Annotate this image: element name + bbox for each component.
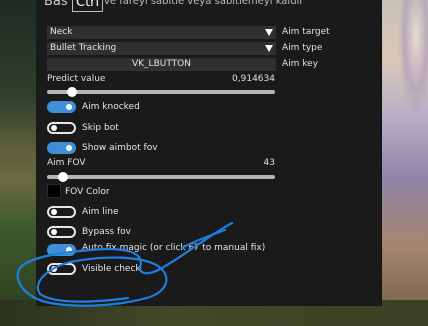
toggle-knob: [51, 125, 57, 131]
skip-bot-toggle[interactable]: [47, 122, 76, 134]
dropdown-arrow-icon: [265, 45, 273, 52]
bypass-fov-label: Bypass fov: [82, 227, 131, 237]
toggle-knob: [51, 266, 57, 272]
predict-value-label: Predict value: [47, 74, 106, 84]
aim-target-label: Aim target: [282, 27, 330, 37]
aim-fov-readout: 43: [263, 158, 275, 168]
aim-knocked-label: Aim knocked: [82, 102, 140, 112]
auto-fix-magic-label: Auto fix magic (or click F7 to manual fi…: [82, 243, 266, 253]
dropdown-arrow-icon: [265, 29, 273, 36]
visible-check-toggle[interactable]: [47, 263, 76, 275]
toggle-knob: [51, 229, 57, 235]
aim-type-value: Bullet Tracking: [50, 43, 117, 53]
aim-fov-slider[interactable]: [47, 172, 275, 182]
aim-fov-label: Aim FOV: [47, 158, 86, 168]
show-aimbot-fov-label: Show aimbot fov: [82, 143, 158, 153]
tab-bar: Bas Ctrl ve fareyi sabitle veya sabitlem…: [36, 0, 382, 18]
tab-bas[interactable]: Bas: [44, 0, 68, 12]
skip-bot-label: Skip bot: [82, 123, 119, 133]
aim-knocked-toggle[interactable]: [47, 101, 76, 113]
toggle-knob: [51, 209, 57, 215]
game-character-figure: [398, 0, 428, 120]
toggle-knob: [66, 247, 72, 253]
show-aimbot-fov-toggle[interactable]: [47, 142, 76, 154]
predict-value-readout: 0,914634: [232, 74, 275, 84]
predict-value-slider[interactable]: [47, 87, 275, 97]
aim-target-select[interactable]: Neck: [47, 26, 276, 39]
toggle-knob: [66, 104, 72, 110]
cheat-menu-panel: Bas Ctrl ve fareyi sabitle veya sabitlem…: [36, 0, 382, 306]
aim-key-button[interactable]: VK_LBUTTON: [47, 58, 276, 71]
slider-thumb[interactable]: [67, 87, 77, 97]
aim-target-value: Neck: [50, 27, 73, 37]
auto-fix-magic-toggle[interactable]: [47, 244, 76, 256]
aim-key-label: Aim key: [282, 59, 319, 69]
aim-line-toggle[interactable]: [47, 206, 76, 218]
aim-type-label: Aim type: [282, 43, 323, 53]
slider-thumb[interactable]: [58, 172, 68, 182]
top-hint-text: ve fareyi sabitle veya sabitlemeyi kaldı…: [104, 0, 304, 7]
fov-color-swatch[interactable]: [47, 184, 61, 198]
aim-type-select[interactable]: Bullet Tracking: [47, 42, 276, 55]
aim-line-label: Aim line: [82, 207, 119, 217]
bypass-fov-toggle[interactable]: [47, 226, 76, 238]
visible-check-label: Visible check: [82, 264, 141, 274]
toggle-knob: [66, 145, 72, 151]
fov-color-label: FOV Color: [65, 187, 110, 197]
tab-ctrl[interactable]: Ctrl: [72, 0, 104, 12]
